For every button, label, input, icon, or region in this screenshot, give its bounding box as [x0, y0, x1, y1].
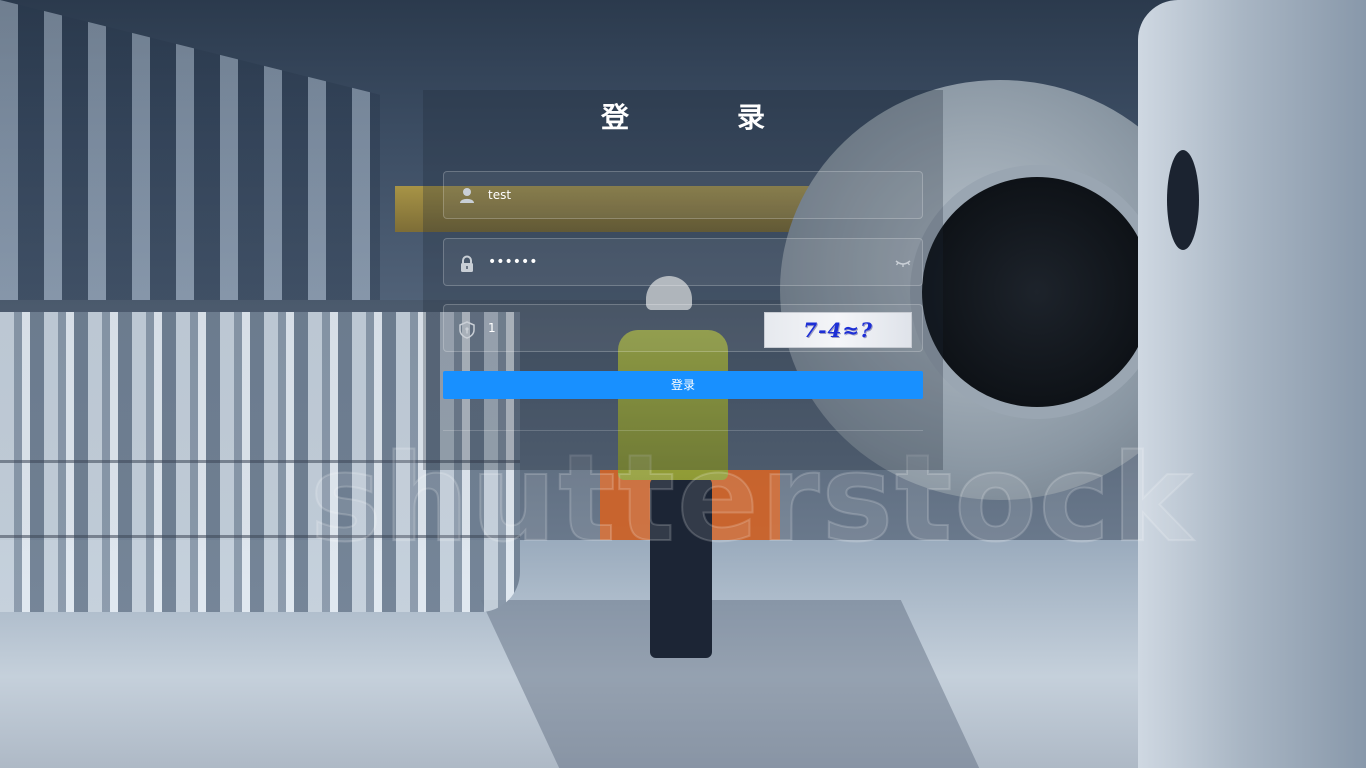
user-icon: [458, 186, 476, 204]
password-input[interactable]: ••••••: [488, 239, 538, 285]
login-button[interactable]: 登录: [443, 371, 923, 399]
username-field[interactable]: [443, 171, 923, 219]
login-title: 登 录: [600, 101, 805, 134]
captcha-input[interactable]: [488, 305, 748, 351]
shield-icon: [458, 321, 476, 339]
eye-closed-icon[interactable]: [894, 255, 912, 269]
captcha-image[interactable]: 7-4≈?: [764, 312, 912, 348]
username-input[interactable]: [488, 172, 788, 218]
lock-icon: [458, 255, 476, 273]
divider: [443, 430, 923, 431]
password-field[interactable]: ••••••: [443, 238, 923, 286]
